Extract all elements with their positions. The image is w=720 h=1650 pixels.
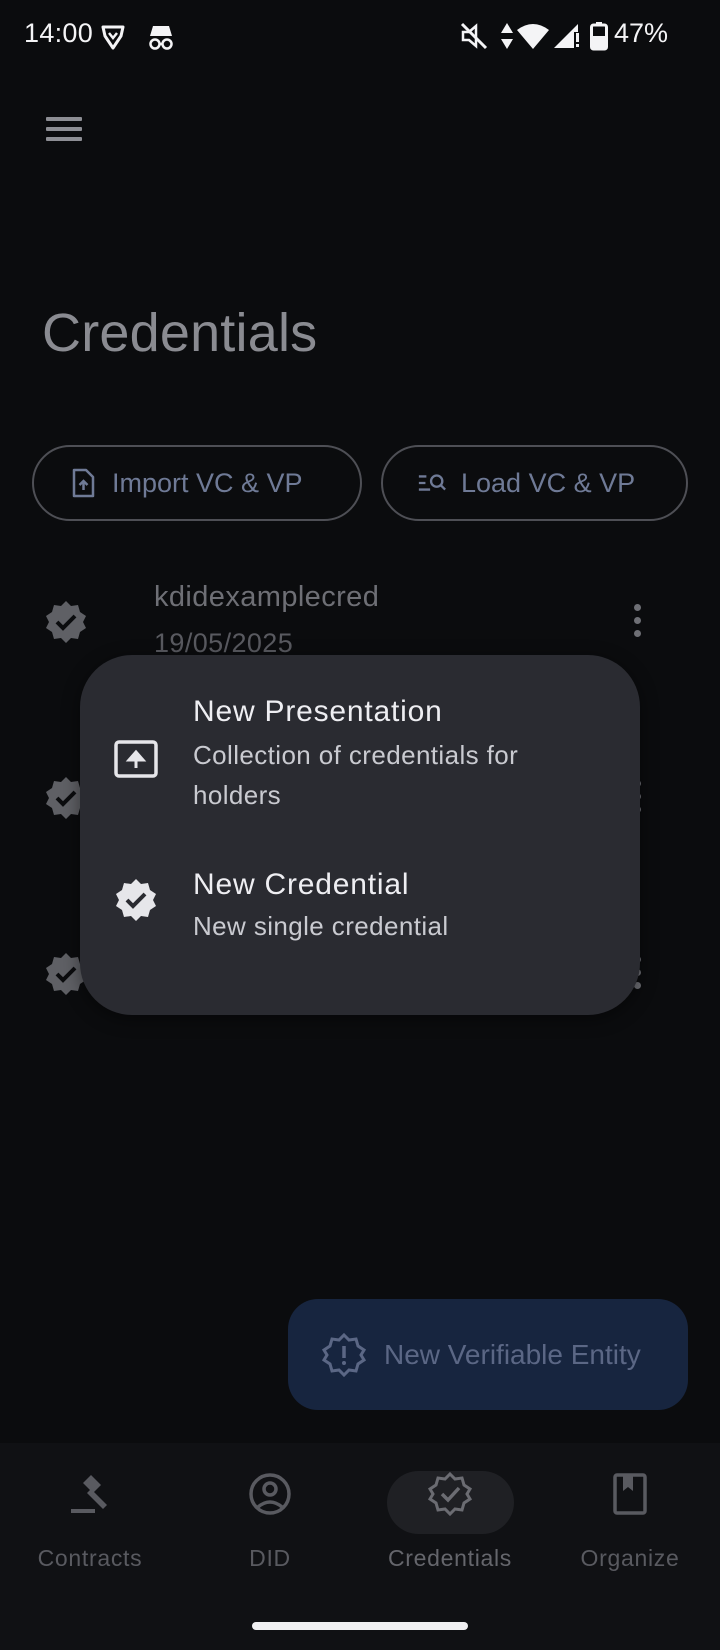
- status-time: 14:00: [24, 18, 94, 48]
- data-arrows-icon: [501, 23, 513, 49]
- file-upload-icon: [72, 468, 95, 498]
- menu-item-title: New Presentation: [193, 695, 443, 728]
- battery-percent: 47%: [613, 18, 668, 48]
- import-vc-vp-button[interactable]: Import VC & VP: [32, 445, 362, 521]
- bookmark-book-icon: [613, 1473, 647, 1515]
- account-circle-icon: [249, 1473, 291, 1515]
- list-search-icon: [418, 474, 446, 491]
- wifi-icon: [517, 24, 549, 49]
- menu-item-new-credential[interactable]: New Credential New single credential: [80, 868, 640, 958]
- menu-item-subtitle: Collection of credentials for holders: [193, 740, 519, 810]
- nav-label: DID: [249, 1545, 291, 1571]
- credential-name: kdidexamplecred: [154, 581, 380, 613]
- load-vc-vp-button[interactable]: Load VC & VP: [381, 445, 688, 521]
- alert-badge-icon: [322, 1332, 366, 1377]
- mute-icon: [460, 22, 488, 50]
- nav-item-credentials[interactable]: Credentials: [360, 1443, 540, 1583]
- verified-badge-icon: [116, 879, 156, 921]
- battery-icon: [590, 22, 608, 51]
- more-options-icon[interactable]: [634, 604, 644, 643]
- menu-item-subtitle: New single credential: [193, 911, 449, 941]
- home-gesture-bar[interactable]: [252, 1622, 468, 1630]
- verified-badge-icon: [427, 1471, 473, 1517]
- load-vc-vp-label: Load VC & VP: [461, 467, 636, 498]
- upload-box-icon: [114, 740, 158, 778]
- signal-icon: [554, 24, 580, 48]
- fab-label: New Verifiable Entity: [384, 1338, 641, 1370]
- nav-item-contracts[interactable]: Contracts: [0, 1443, 180, 1583]
- nav-label: Contracts: [37, 1545, 143, 1571]
- nav-item-organize[interactable]: Organize: [540, 1443, 720, 1583]
- nav-item-did[interactable]: DID: [180, 1443, 360, 1583]
- incognito-icon: [149, 26, 173, 50]
- new-verifiable-entity-button[interactable]: New Verifiable Entity: [288, 1299, 688, 1410]
- page-title: Credentials: [42, 303, 318, 363]
- nav-label: Organize: [580, 1545, 680, 1571]
- hamburger-menu-icon[interactable]: [44, 112, 84, 152]
- menu-item-new-presentation[interactable]: New Presentation Collection of credentia…: [80, 695, 640, 815]
- new-entity-popup-menu: New Presentation Collection of credentia…: [80, 655, 640, 1015]
- gavel-icon: [71, 1475, 107, 1513]
- nav-label: Credentials: [387, 1545, 513, 1571]
- menu-item-title: New Credential: [193, 868, 410, 901]
- brave-icon: [101, 25, 125, 50]
- status-bar: 14:00 47%: [0, 0, 720, 72]
- import-vc-vp-label: Import VC & VP: [112, 467, 303, 498]
- verified-badge-icon: [46, 601, 86, 643]
